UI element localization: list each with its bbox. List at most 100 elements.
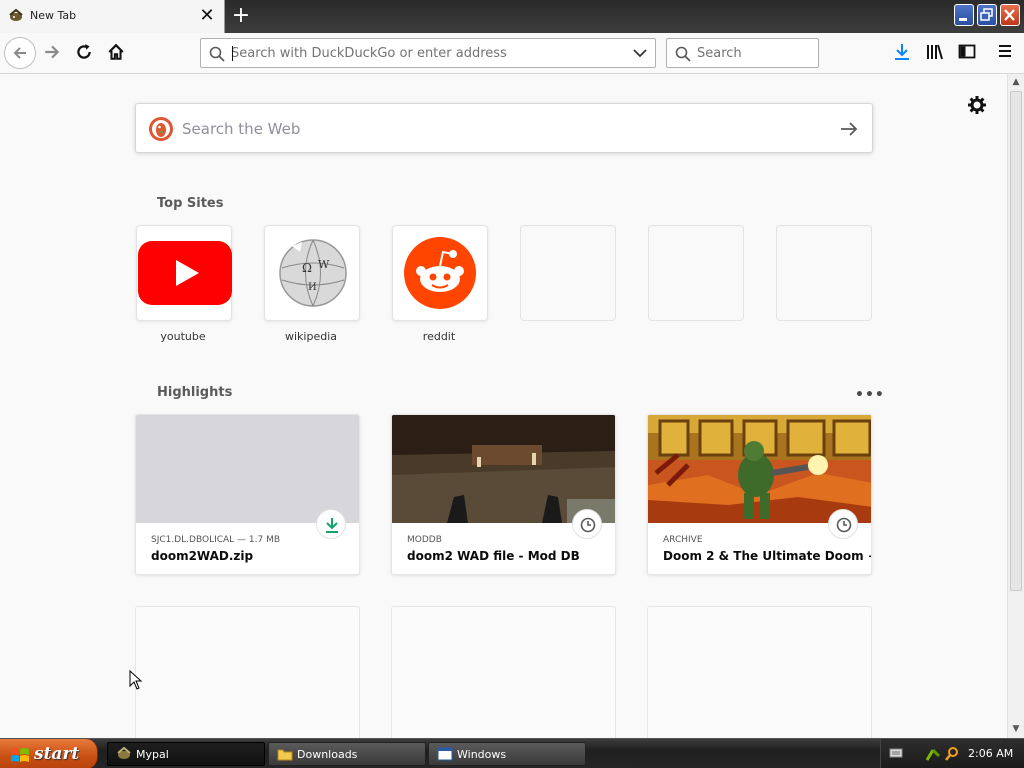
highlights-menu-button[interactable]: ••• [855, 387, 885, 403]
top-site-empty[interactable] [648, 225, 744, 321]
reload-icon [77, 44, 91, 59]
highlight-badge [316, 509, 346, 539]
forward-button[interactable] [38, 39, 68, 67]
youtube-logo-icon [138, 241, 232, 305]
folder-icon [277, 749, 293, 761]
highlight-thumbnail [136, 415, 359, 523]
address-input[interactable]: Search with DuckDuckGo or enter address [231, 46, 507, 61]
minimize-button[interactable] [954, 4, 974, 26]
vertical-scrollbar[interactable]: ▲ ▼ [1007, 74, 1024, 738]
top-site-label: wikipedia [284, 330, 337, 343]
download-icon[interactable] [894, 43, 910, 61]
close-window-button[interactable] [1000, 4, 1020, 26]
top-site-empty[interactable] [776, 225, 872, 321]
highlight-title: doom2WAD.zip [151, 549, 254, 563]
web-search-input[interactable]: Search the Web [182, 120, 300, 138]
highlight-card[interactable]: ARCHIVE Doom 2 & The Ultimate Doom +... [647, 414, 872, 575]
search-icon [675, 46, 691, 62]
top-site-empty[interactable] [520, 225, 616, 321]
svg-text:W: W [318, 258, 330, 271]
svg-text:Ω: Ω [302, 261, 312, 275]
forward-arrow-icon [45, 45, 60, 59]
scroll-down-icon[interactable]: ▼ [1011, 724, 1021, 734]
top-site-reddit[interactable] [392, 225, 488, 321]
clock-icon [580, 517, 596, 533]
restore-icon [980, 8, 993, 21]
close-icon [1004, 9, 1015, 21]
new-tab-button[interactable]: + [228, 4, 254, 30]
highlight-card[interactable]: MODDB doom2 WAD file - Mod DB [391, 414, 616, 575]
minimize-icon [959, 18, 967, 21]
keyboard-icon[interactable] [889, 747, 903, 759]
scroll-up-icon[interactable]: ▲ [1011, 77, 1021, 87]
restore-button[interactable] [977, 4, 997, 26]
back-button[interactable] [4, 37, 36, 69]
search-bar[interactable]: Search [666, 38, 819, 68]
highlight-badge [828, 509, 858, 539]
reload-button[interactable] [70, 39, 100, 67]
duckduckgo-logo-icon [149, 117, 173, 141]
wikipedia-globe-icon: Ω W И [279, 239, 347, 307]
search-tray-icon[interactable] [944, 746, 960, 762]
clock: 2:06 AM [968, 747, 1014, 760]
highlight-card-empty [135, 606, 360, 738]
top-site-label: youtube [160, 330, 206, 343]
web-search-box[interactable]: Search the Web [135, 103, 873, 153]
window-icon [437, 747, 453, 761]
reddit-logo-icon [404, 237, 476, 309]
top-site-label: reddit [422, 330, 456, 343]
highlight-card-empty [647, 606, 872, 738]
start-label: start [34, 744, 80, 764]
tab-new-tab[interactable]: New Tab ✕ [0, 0, 225, 33]
text-caret [232, 46, 233, 61]
taskbar-item-label: Downloads [297, 748, 358, 761]
chevron-down-icon[interactable] [633, 47, 647, 59]
mouse-cursor-icon [129, 670, 143, 690]
search-input[interactable]: Search [697, 46, 742, 61]
highlight-source: ARCHIVE [663, 535, 703, 545]
back-arrow-icon [13, 47, 26, 59]
home-icon [108, 43, 124, 60]
windows-flag-icon [11, 748, 29, 762]
tab-title: New Tab [30, 9, 77, 22]
taskbar-item-downloads[interactable]: Downloads [268, 742, 426, 766]
taskbar: start Mypal Downloads Windows 2:06 AM [0, 738, 1024, 768]
clock-icon [836, 517, 852, 533]
system-tray: 2:06 AM [880, 739, 1024, 768]
highlight-badge [572, 509, 602, 539]
title-bar: New Tab ✕ + [0, 0, 1024, 33]
gear-icon[interactable] [967, 95, 987, 115]
highlight-title: doom2 WAD file - Mod DB [407, 549, 580, 563]
hamburger-menu-icon[interactable] [997, 43, 1013, 59]
newtab-page: Search the Web Top Sites youtube Ω W И w… [0, 74, 1007, 738]
address-bar[interactable]: Search with DuckDuckGo or enter address [200, 38, 656, 68]
start-button[interactable]: start [0, 739, 98, 768]
doom-cover-art-thumbnail [648, 415, 871, 523]
taskbar-item-mypal[interactable]: Mypal [107, 742, 265, 766]
mypal-app-icon [117, 747, 131, 759]
arrow-right-icon[interactable] [840, 121, 858, 137]
highlight-source: MODDB [407, 535, 442, 545]
highlight-card-empty [391, 606, 616, 738]
network-icon[interactable] [925, 746, 941, 762]
top-sites-title: Top Sites [157, 196, 224, 211]
home-button[interactable] [102, 39, 132, 67]
sidebar-icon[interactable] [958, 43, 976, 61]
highlight-title: Doom 2 & The Ultimate Doom +... [663, 549, 872, 563]
highlight-card[interactable]: SJC1.DL.DBOLICAL — 1.7 MB doom2WAD.zip [135, 414, 360, 575]
download-icon [326, 518, 338, 533]
top-site-youtube[interactable] [136, 225, 232, 321]
svg-text:И: И [308, 282, 317, 293]
top-site-wikipedia[interactable]: Ω W И [264, 225, 360, 321]
scrollbar-thumb[interactable] [1010, 91, 1022, 591]
search-icon [209, 46, 225, 62]
tab-close-icon[interactable]: ✕ [199, 7, 215, 25]
taskbar-item-windows[interactable]: Windows [428, 742, 586, 766]
doom2-gameplay-thumbnail [392, 415, 615, 523]
library-icon[interactable] [926, 43, 944, 61]
highlights-title: Highlights [157, 385, 233, 400]
navigation-toolbar: Search with DuckDuckGo or enter address … [0, 33, 1024, 74]
taskbar-item-label: Windows [457, 748, 507, 761]
mypal-favicon-icon [9, 9, 23, 21]
highlight-source: SJC1.DL.DBOLICAL — 1.7 MB [151, 535, 281, 545]
